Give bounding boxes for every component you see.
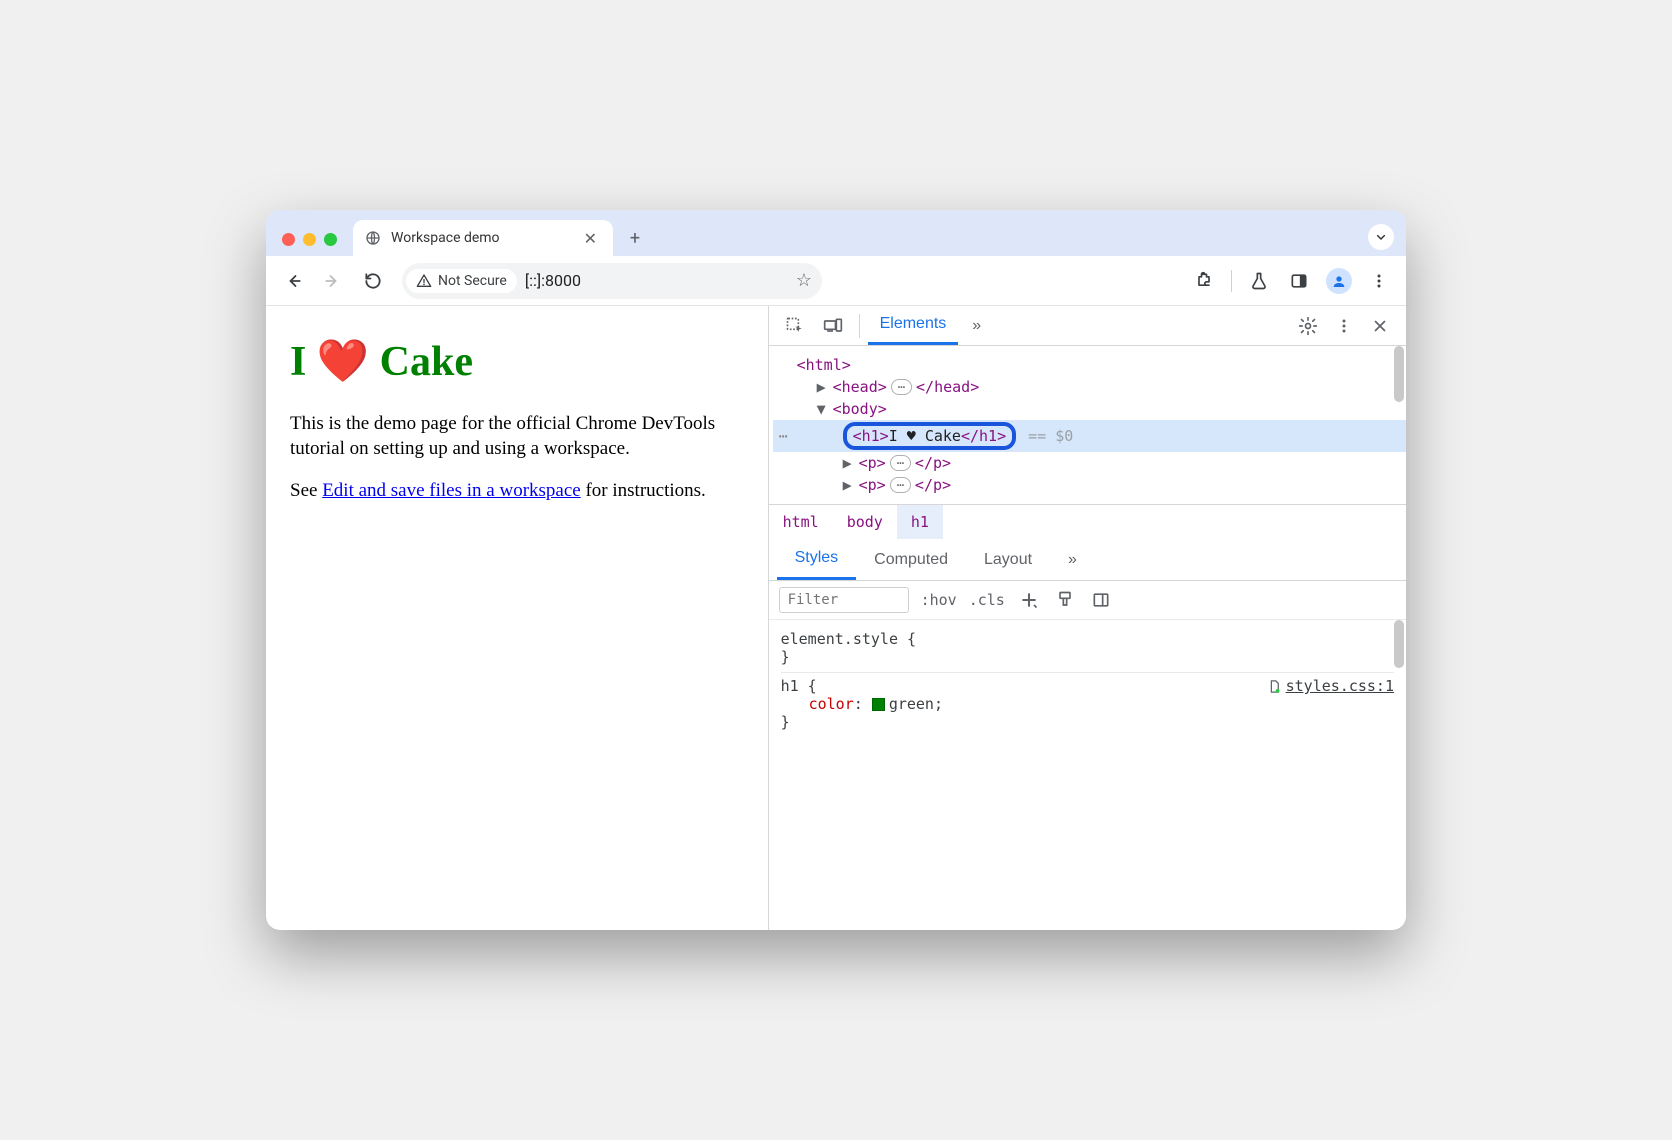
tab-title: Workspace demo [391, 230, 500, 246]
avatar-icon [1326, 268, 1352, 294]
page-paragraph-2: See Edit and save files in a workspace f… [290, 478, 744, 504]
row-actions-icon[interactable]: ⋯ [779, 427, 788, 445]
profile-button[interactable] [1322, 264, 1356, 298]
color-swatch-icon[interactable] [872, 698, 885, 711]
tab-strip: Workspace demo ✕ + [266, 210, 1406, 256]
labs-button[interactable] [1242, 264, 1276, 298]
cls-toggle[interactable]: .cls [969, 591, 1005, 609]
dom-breadcrumbs: html body h1 [769, 504, 1406, 539]
traffic-lights [278, 233, 345, 256]
tabstrip-right [1368, 224, 1394, 250]
h1-rule[interactable]: styles.css:1 h1 { color: green; } [781, 673, 1394, 737]
tutorial-link[interactable]: Edit and save files in a workspace [322, 480, 581, 501]
computed-tab[interactable]: Computed [856, 539, 966, 580]
dom-node-p2[interactable]: ▶ <p> ⋯ </p> [773, 474, 1406, 496]
url-text: [::]:8000 [525, 271, 581, 290]
devtools-toolbar: Elements » [769, 306, 1406, 346]
copy-styles-button[interactable] [1053, 588, 1077, 612]
elements-tab[interactable]: Elements [868, 306, 959, 345]
ellipsis-icon[interactable]: ⋯ [890, 455, 911, 471]
device-toolbar-button[interactable] [815, 308, 851, 344]
computed-sidebar-button[interactable] [1089, 588, 1113, 612]
ellipsis-icon[interactable]: ⋯ [890, 477, 911, 493]
dom-node-html[interactable]: <html> [773, 354, 1406, 376]
chrome-window: Workspace demo ✕ + Not Secure [::]:8000 … [266, 210, 1406, 930]
inspect-element-button[interactable] [777, 308, 813, 344]
more-style-tabs-button[interactable]: » [1050, 539, 1095, 580]
forward-button[interactable] [316, 264, 350, 298]
content-row: I ❤️ Cake This is the demo page for the … [266, 306, 1406, 930]
dom-node-h1-selected[interactable]: ⋯ <h1>I ♥ Cake</h1> == $0 [773, 420, 1406, 452]
file-icon [1267, 679, 1282, 694]
window-zoom-button[interactable] [324, 233, 337, 246]
devtools-menu-button[interactable] [1326, 308, 1362, 344]
warning-icon [416, 273, 432, 289]
more-tabs-button[interactable]: » [960, 306, 993, 345]
styles-body[interactable]: element.style { } styles.css:1 h1 { colo… [769, 620, 1406, 930]
crumb-body[interactable]: body [833, 505, 897, 539]
source-link[interactable]: styles.css:1 [1267, 677, 1394, 695]
globe-icon [365, 230, 381, 246]
page-paragraph-1: This is the demo page for the official C… [290, 411, 744, 462]
back-button[interactable] [276, 264, 310, 298]
devtools-close-button[interactable] [1362, 308, 1398, 344]
dom-node-body[interactable]: ▼ <body> [773, 398, 1406, 420]
bookmark-star-icon[interactable]: ☆ [796, 270, 812, 291]
separator [859, 314, 860, 338]
window-close-button[interactable] [282, 233, 295, 246]
css-declaration[interactable]: color: green; [781, 695, 1394, 713]
dom-node-p1[interactable]: ▶ <p> ⋯ </p> [773, 452, 1406, 474]
tab-search-button[interactable] [1368, 224, 1394, 250]
extensions-button[interactable] [1187, 264, 1221, 298]
styles-tab[interactable]: Styles [777, 539, 857, 580]
styles-toolbar: :hov .cls [769, 581, 1406, 620]
scrollbar-thumb[interactable] [1394, 620, 1404, 668]
omnibox[interactable]: Not Secure [::]:8000 ☆ [402, 263, 822, 299]
crumb-html[interactable]: html [769, 505, 833, 539]
page-heading: I ❤️ Cake [290, 334, 744, 391]
devtools-panel: Elements » <html> [768, 306, 1406, 930]
rendered-page: I ❤️ Cake This is the demo page for the … [266, 306, 768, 930]
side-panel-button[interactable] [1282, 264, 1316, 298]
overflow-menu-button[interactable] [1362, 264, 1396, 298]
new-style-rule-button[interactable] [1017, 588, 1041, 612]
element-style-rule[interactable]: element.style { } [781, 626, 1394, 673]
expand-arrow-icon[interactable]: ▶ [817, 378, 829, 396]
hov-toggle[interactable]: :hov [921, 591, 957, 609]
tab-close-button[interactable]: ✕ [580, 227, 601, 250]
layout-tab[interactable]: Layout [966, 539, 1050, 580]
browser-tab[interactable]: Workspace demo ✕ [353, 220, 613, 256]
collapse-arrow-icon[interactable]: ▼ [817, 400, 829, 418]
reload-button[interactable] [356, 264, 390, 298]
new-tab-button[interactable]: + [621, 224, 649, 252]
console-reference: == $0 [1028, 427, 1073, 445]
expand-arrow-icon[interactable]: ▶ [843, 454, 855, 472]
dom-node-head[interactable]: ▶ <head> ⋯ </head> [773, 376, 1406, 398]
browser-toolbar: Not Secure [::]:8000 ☆ [266, 256, 1406, 306]
window-minimize-button[interactable] [303, 233, 316, 246]
security-label: Not Secure [438, 273, 507, 289]
ellipsis-icon[interactable]: ⋯ [891, 379, 912, 395]
highlight-marker: <h1>I ♥ Cake</h1> [843, 422, 1017, 450]
crumb-h1[interactable]: h1 [897, 505, 943, 539]
expand-arrow-icon[interactable]: ▶ [843, 476, 855, 494]
devtools-settings-button[interactable] [1290, 308, 1326, 344]
styles-filter-input[interactable] [779, 587, 909, 613]
dom-tree[interactable]: <html> ▶ <head> ⋯ </head> ▼ <body> ⋯ <h1… [769, 346, 1406, 504]
security-chip[interactable]: Not Secure [406, 269, 517, 293]
toolbar-separator [1231, 270, 1232, 292]
styles-tabs: Styles Computed Layout » [769, 539, 1406, 581]
